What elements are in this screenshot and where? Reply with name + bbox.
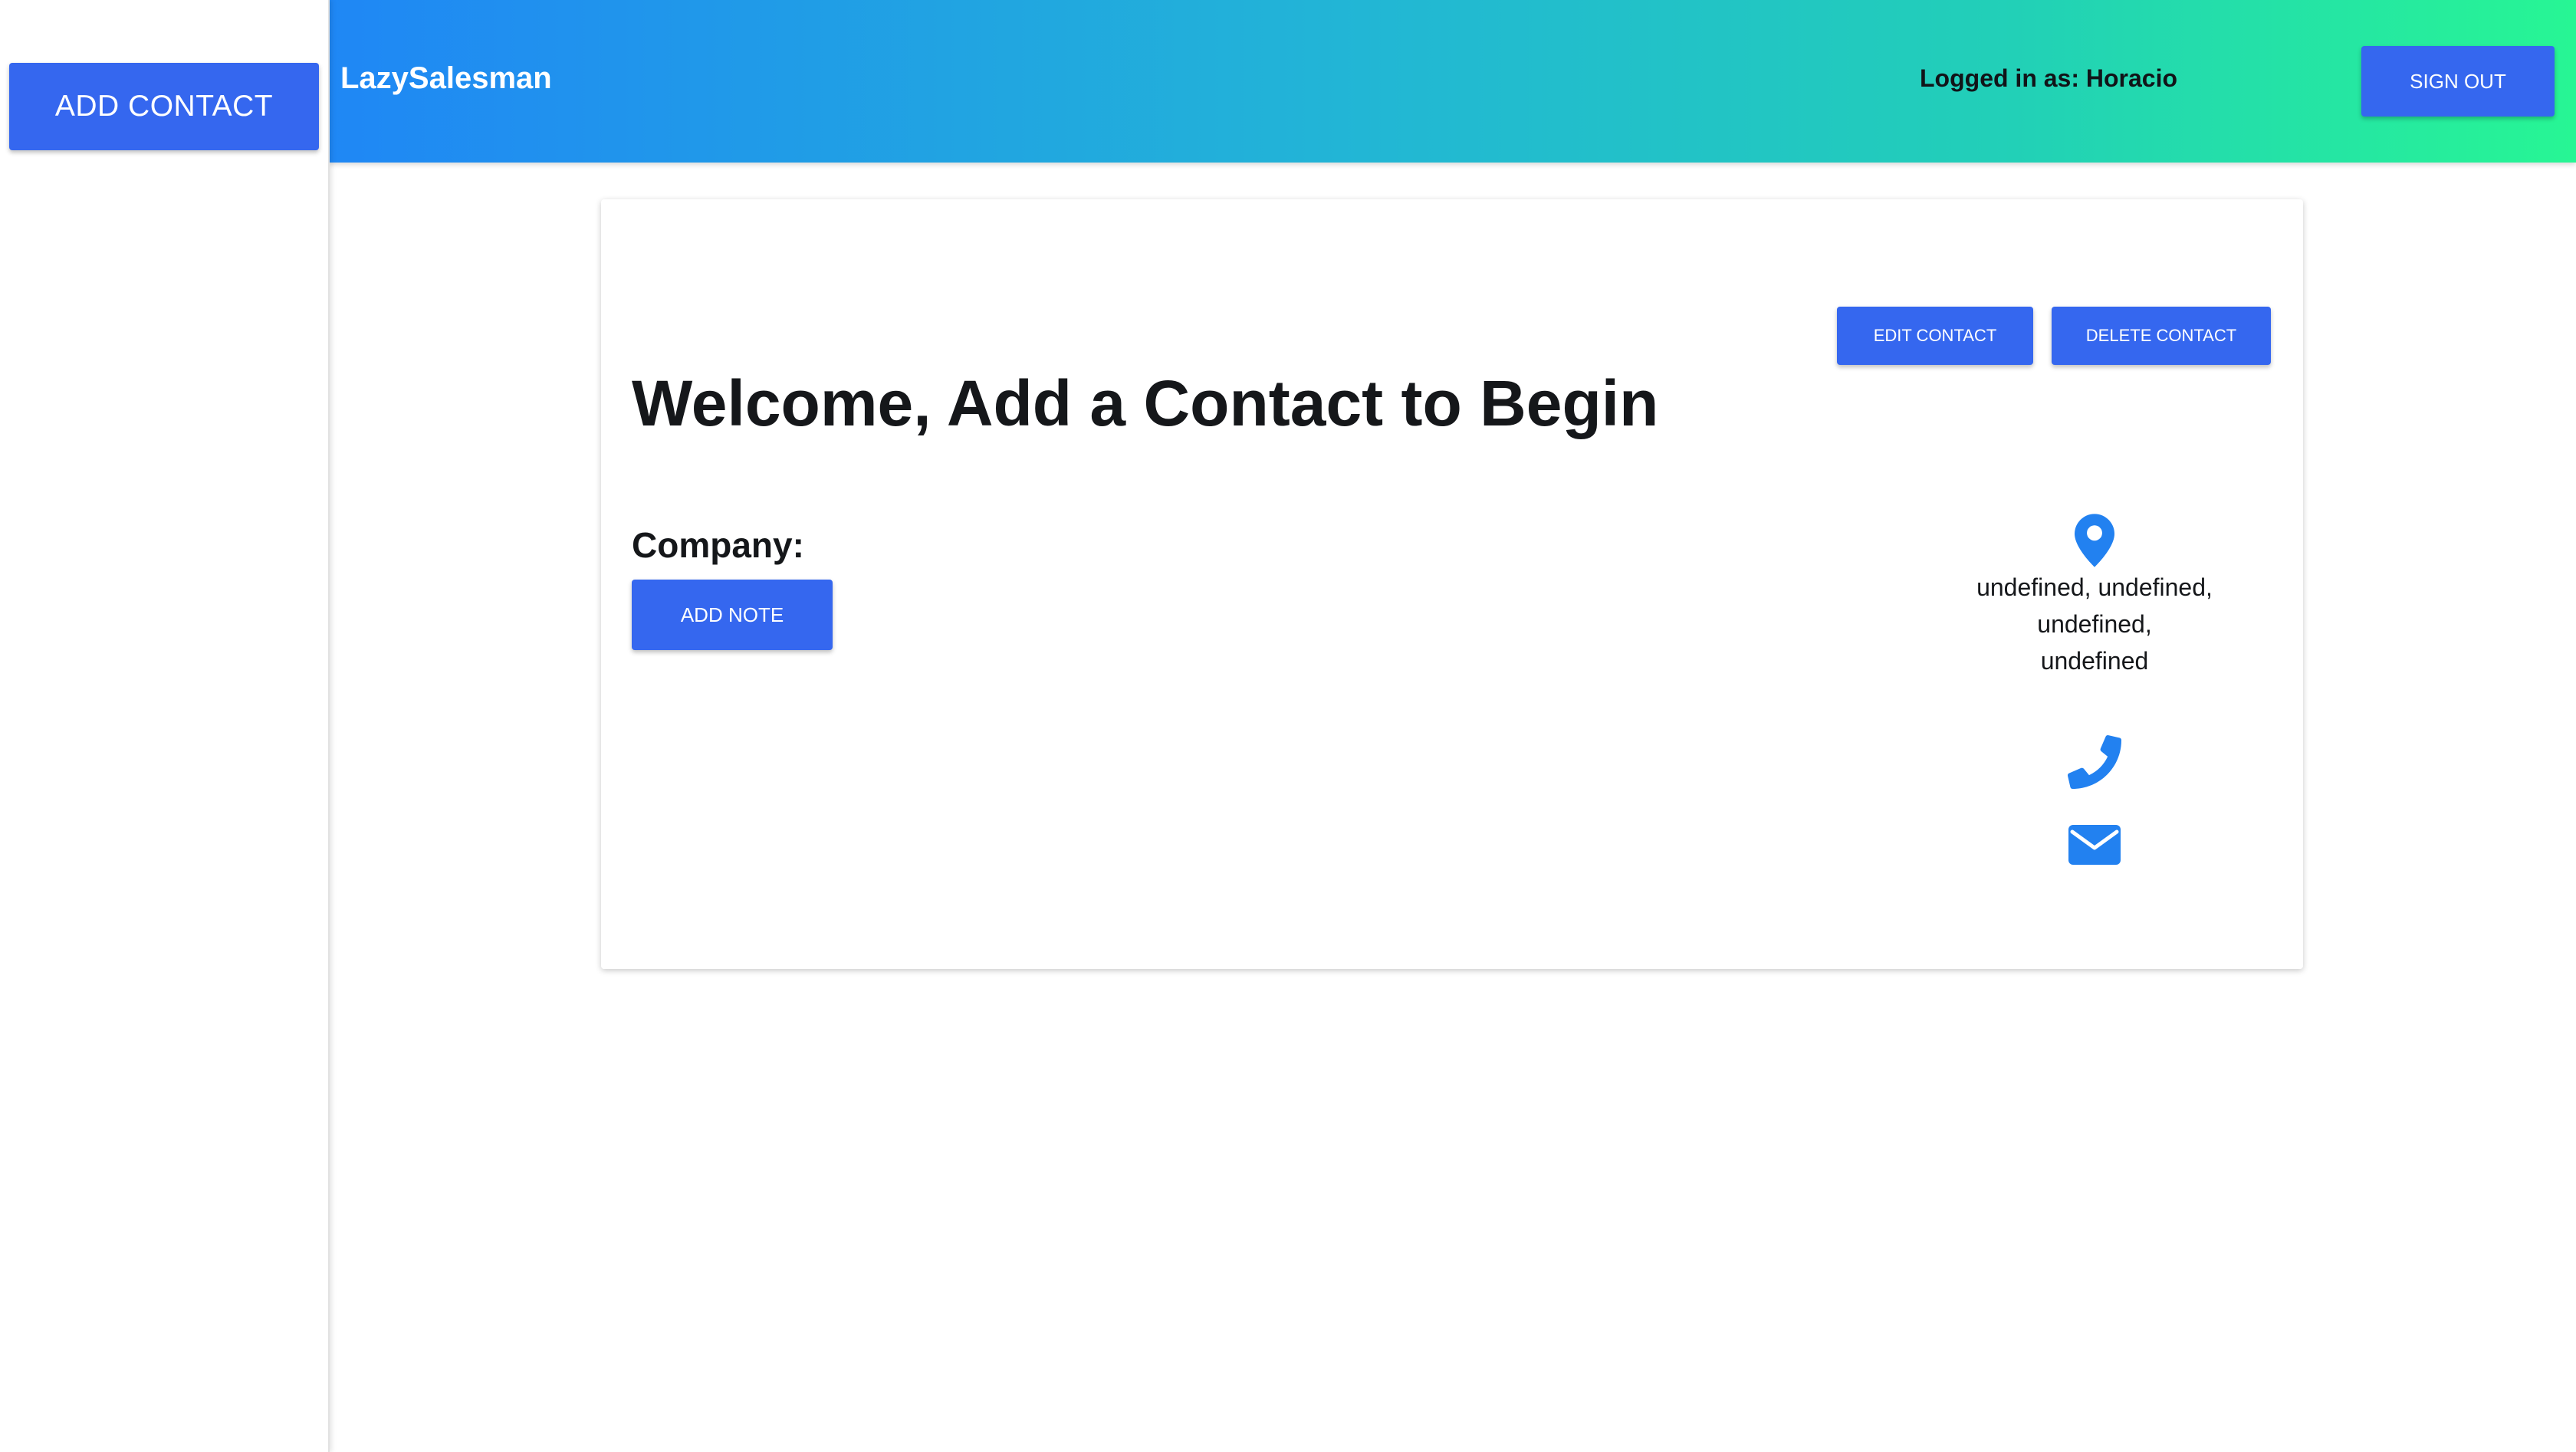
sidebar: ADD CONTACT [0,0,330,1452]
add-contact-button[interactable]: ADD CONTACT [9,63,319,150]
address-line-2: undefined [2040,647,2149,675]
sign-out-button[interactable]: SIGN OUT [2361,46,2555,117]
address-text: undefined, undefined, undefined, undefin… [1920,569,2269,679]
page-title: Welcome, Add a Contact to Begin [632,367,1659,439]
brand-title: LazySalesman [340,61,552,95]
delete-contact-button[interactable]: DELETE CONTACT [2052,307,2271,365]
edit-contact-button[interactable]: EDIT CONTACT [1837,307,2033,365]
top-bar: LazySalesman Logged in as: Horacio SIGN … [328,0,2576,163]
logged-in-status: Logged in as: Horacio [1920,64,2178,92]
company-label: Company: [632,525,804,565]
envelope-icon[interactable] [2068,825,2121,865]
phone-icon[interactable] [2068,734,2121,790]
map-pin-icon [2075,514,2114,567]
contact-info: undefined, undefined, undefined, undefin… [1920,514,2269,865]
add-note-button[interactable]: ADD NOTE [632,580,833,650]
contact-card: EDIT CONTACT DELETE CONTACT Welcome, Add… [601,199,2303,969]
address-line-1: undefined, undefined, undefined, [1976,573,2213,638]
